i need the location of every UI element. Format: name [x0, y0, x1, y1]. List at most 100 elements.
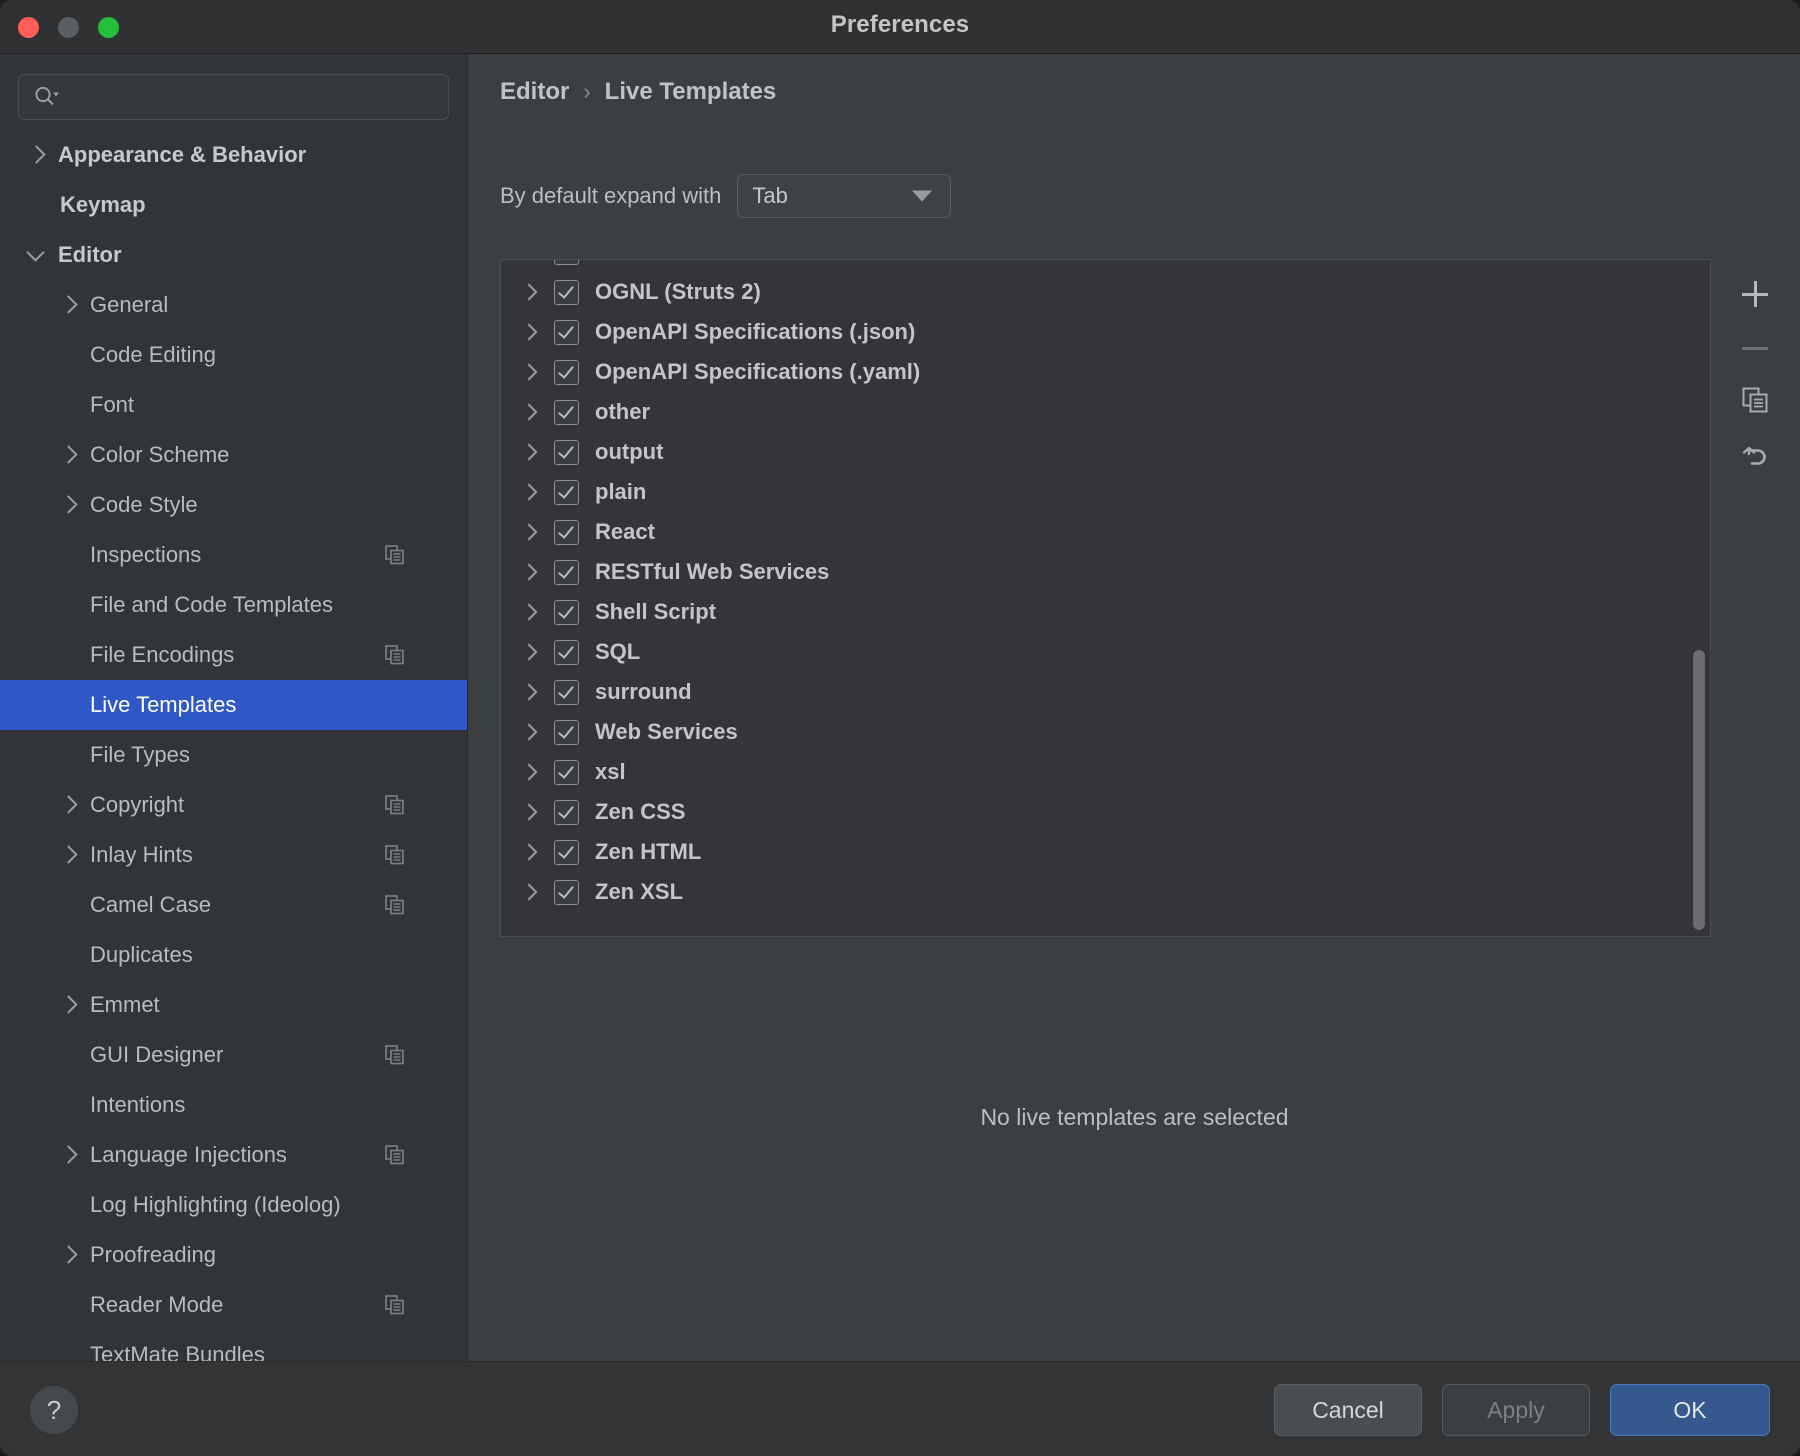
sidebar-item-live-templates[interactable]: Live Templates: [0, 680, 467, 730]
chevron-right-icon[interactable]: [520, 522, 540, 542]
chevron-right-icon[interactable]: [520, 442, 540, 462]
sidebar-item-camel-case[interactable]: Camel Case: [0, 880, 467, 930]
chevron-right-icon[interactable]: [520, 842, 540, 862]
chevron-right-icon[interactable]: [520, 682, 540, 702]
chevron-right-icon[interactable]: [520, 322, 540, 342]
sidebar-item-reader-mode[interactable]: Reader Mode: [0, 1280, 467, 1330]
chevron-right-icon[interactable]: [520, 259, 540, 262]
sidebar-item-duplicates[interactable]: Duplicates: [0, 930, 467, 980]
chevron-right-icon[interactable]: [58, 444, 80, 466]
chevron-right-icon[interactable]: [520, 642, 540, 662]
chevron-right-icon[interactable]: [520, 882, 540, 902]
duplicate-template-button[interactable]: [1732, 379, 1778, 425]
template-group-row[interactable]: plain: [501, 472, 1710, 512]
chevron-right-icon[interactable]: [58, 994, 80, 1016]
sidebar-item-inspections[interactable]: Inspections: [0, 530, 467, 580]
chevron-right-icon[interactable]: [520, 402, 540, 422]
sidebar-item-copyright[interactable]: Copyright: [0, 780, 467, 830]
template-group-checkbox[interactable]: [554, 760, 579, 785]
template-group-checkbox[interactable]: [554, 800, 579, 825]
template-group-row[interactable]: OpenAPI Specifications (.yaml): [501, 352, 1710, 392]
template-group-checkbox[interactable]: [554, 440, 579, 465]
chevron-right-icon[interactable]: [26, 144, 48, 166]
template-group-row[interactable]: Zen CSS: [501, 792, 1710, 832]
chevron-right-icon[interactable]: [520, 562, 540, 582]
template-group-list[interactable]: OGNLOGNL (Struts 2)OpenAPI Specification…: [500, 259, 1711, 937]
template-group-row[interactable]: Zen XSL: [501, 872, 1710, 912]
ok-button[interactable]: OK: [1610, 1384, 1770, 1436]
sidebar-item-editor[interactable]: Editor: [0, 230, 467, 280]
template-group-checkbox[interactable]: [554, 280, 579, 305]
expand-with-select[interactable]: Tab: [737, 174, 951, 218]
chevron-right-icon[interactable]: [520, 762, 540, 782]
template-group-row[interactable]: OpenAPI Specifications (.json): [501, 312, 1710, 352]
template-group-checkbox[interactable]: [554, 560, 579, 585]
template-group-checkbox[interactable]: [554, 320, 579, 345]
chevron-right-icon[interactable]: [58, 844, 80, 866]
template-group-row[interactable]: surround: [501, 672, 1710, 712]
sidebar-item-intentions[interactable]: Intentions: [0, 1080, 467, 1130]
template-group-row[interactable]: Web Services: [501, 712, 1710, 752]
chevron-right-icon[interactable]: [520, 362, 540, 382]
template-group-checkbox[interactable]: [554, 600, 579, 625]
chevron-right-icon[interactable]: [58, 794, 80, 816]
template-group-checkbox[interactable]: [554, 880, 579, 905]
sidebar-item-emmet[interactable]: Emmet: [0, 980, 467, 1030]
sidebar-item-textmate-bundles[interactable]: TextMate Bundles: [0, 1330, 467, 1361]
sidebar-item-color-scheme[interactable]: Color Scheme: [0, 430, 467, 480]
template-group-row[interactable]: SQL: [501, 632, 1710, 672]
breadcrumb-root[interactable]: Editor: [500, 78, 569, 106]
sidebar-item-file-encodings[interactable]: File Encodings: [0, 630, 467, 680]
template-group-row[interactable]: xsl: [501, 752, 1710, 792]
template-group-row[interactable]: RESTful Web Services: [501, 552, 1710, 592]
sidebar-item-file-types[interactable]: File Types: [0, 730, 467, 780]
sidebar-item-appearance-behavior[interactable]: Appearance & Behavior: [0, 130, 467, 180]
apply-button[interactable]: Apply: [1442, 1384, 1590, 1436]
sidebar-item-font[interactable]: Font: [0, 380, 467, 430]
template-group-row[interactable]: OGNL (Struts 2): [501, 272, 1710, 312]
template-group-checkbox[interactable]: [554, 840, 579, 865]
add-template-button[interactable]: [1732, 271, 1778, 317]
template-group-checkbox[interactable]: [554, 259, 579, 265]
chevron-right-icon[interactable]: [520, 722, 540, 742]
sidebar-item-keymap[interactable]: Keymap: [0, 180, 467, 230]
template-group-checkbox[interactable]: [554, 720, 579, 745]
restore-defaults-button[interactable]: [1732, 433, 1778, 479]
sidebar-item-general[interactable]: General: [0, 280, 467, 330]
search-input[interactable]: [59, 86, 438, 109]
chevron-right-icon[interactable]: [58, 1244, 80, 1266]
template-group-checkbox[interactable]: [554, 400, 579, 425]
chevron-right-icon[interactable]: [520, 482, 540, 502]
search-box[interactable]: [18, 74, 449, 120]
sidebar-item-proofreading[interactable]: Proofreading: [0, 1230, 467, 1280]
template-group-checkbox[interactable]: [554, 480, 579, 505]
sidebar-item-code-style[interactable]: Code Style: [0, 480, 467, 530]
sidebar-item-file-and-code-templates[interactable]: File and Code Templates: [0, 580, 467, 630]
template-group-checkbox[interactable]: [554, 360, 579, 385]
template-group-checkbox[interactable]: [554, 520, 579, 545]
sidebar-item-log-highlighting-ideolog[interactable]: Log Highlighting (Ideolog): [0, 1180, 467, 1230]
chevron-right-icon[interactable]: [520, 282, 540, 302]
help-button[interactable]: ?: [30, 1386, 78, 1434]
cancel-button[interactable]: Cancel: [1274, 1384, 1422, 1436]
sidebar-item-gui-designer[interactable]: GUI Designer: [0, 1030, 467, 1080]
remove-template-button[interactable]: [1732, 325, 1778, 371]
chevron-right-icon[interactable]: [58, 494, 80, 516]
template-group-row[interactable]: Zen HTML: [501, 832, 1710, 872]
sidebar-item-language-injections[interactable]: Language Injections: [0, 1130, 467, 1180]
chevron-right-icon[interactable]: [520, 802, 540, 822]
template-group-row[interactable]: React: [501, 512, 1710, 552]
template-group-checkbox[interactable]: [554, 680, 579, 705]
template-group-row[interactable]: Shell Script: [501, 592, 1710, 632]
sidebar-item-code-editing[interactable]: Code Editing: [0, 330, 467, 380]
list-scrollbar-thumb[interactable]: [1693, 650, 1705, 930]
template-group-row[interactable]: other: [501, 392, 1710, 432]
template-group-checkbox[interactable]: [554, 640, 579, 665]
chevron-right-icon[interactable]: [58, 294, 80, 316]
chevron-right-icon[interactable]: [520, 602, 540, 622]
sidebar-item-inlay-hints[interactable]: Inlay Hints: [0, 830, 467, 880]
chevron-down-icon[interactable]: [26, 244, 48, 266]
template-group-row[interactable]: output: [501, 432, 1710, 472]
template-group-row[interactable]: OGNL: [501, 259, 1710, 272]
chevron-right-icon[interactable]: [58, 1144, 80, 1166]
